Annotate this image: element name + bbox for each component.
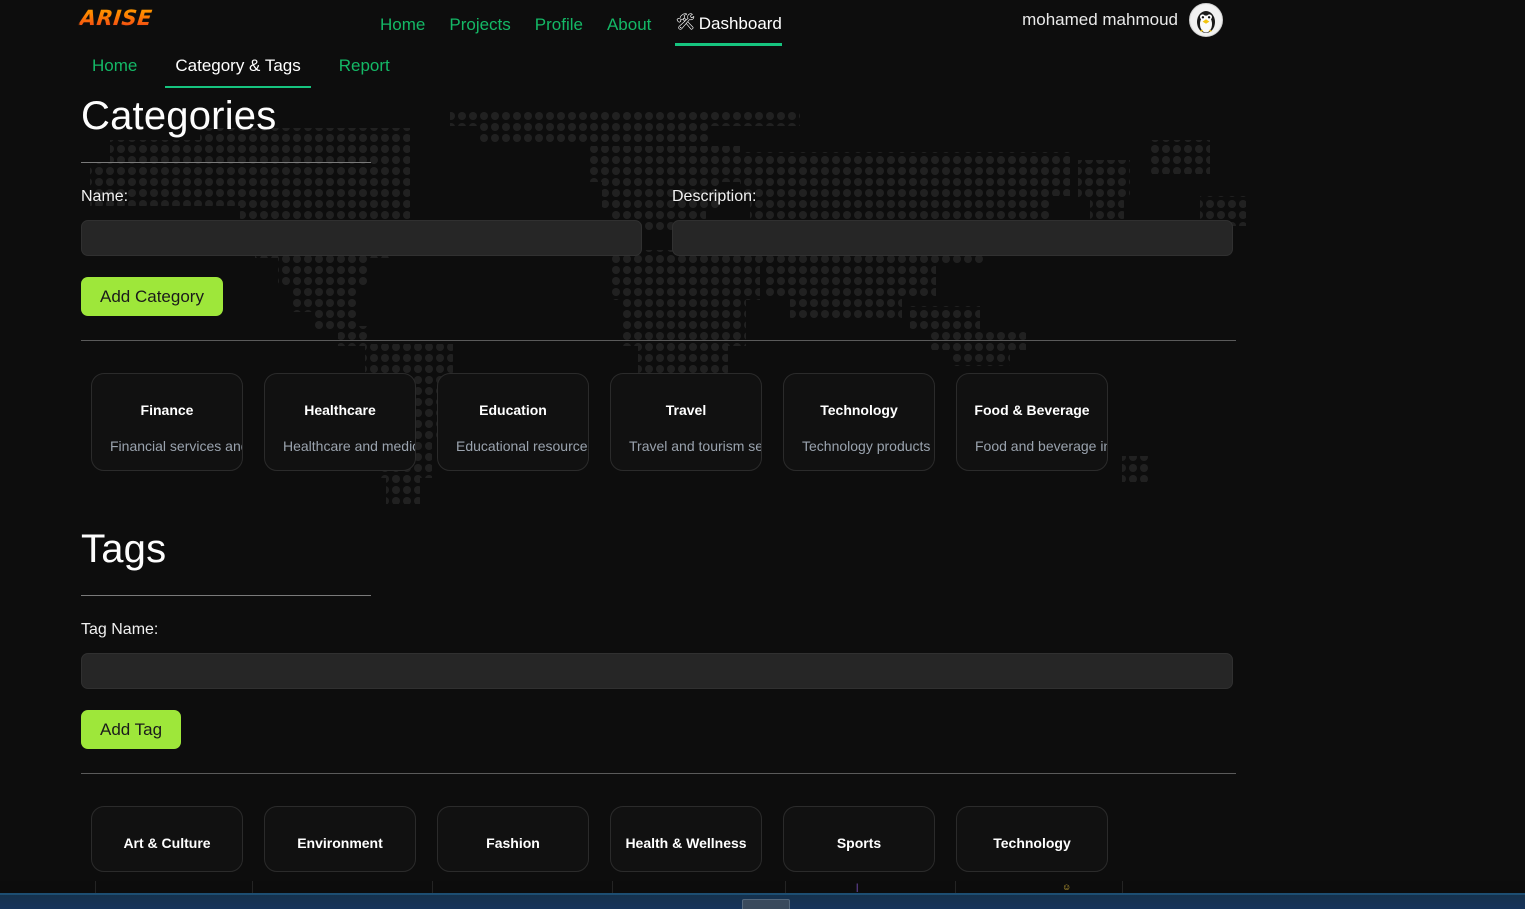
subtab-category-and-tags[interactable]: Category & Tags xyxy=(165,52,311,88)
category-card-description: Travel and tourism serv xyxy=(629,438,762,454)
tags-heading-divider xyxy=(81,595,371,596)
nav-link-about[interactable]: About xyxy=(607,4,651,44)
categories-heading-divider xyxy=(81,162,371,163)
tag-card-title: Fashion xyxy=(486,835,540,851)
tag-card[interactable]: Fashion xyxy=(437,806,589,872)
add-category-button[interactable]: Add Category xyxy=(81,277,223,316)
top-navbar: ARISE Home Projects Profile About 🛠 Dash… xyxy=(0,0,1525,52)
category-name-label: Name: xyxy=(81,188,129,205)
category-card-title: Food & Beverage xyxy=(974,402,1090,418)
tag-name-label: Tag Name: xyxy=(81,621,159,638)
tag-card[interactable]: Environment xyxy=(264,806,416,872)
tag-card[interactable]: Technology xyxy=(956,806,1108,872)
tools-icon: 🛠 xyxy=(675,14,696,31)
category-card-description: Food and beverage ind xyxy=(975,438,1108,454)
category-description-label: Description: xyxy=(672,188,757,205)
category-form: Name: Description: xyxy=(0,188,1525,256)
tag-name-field: Tag Name: xyxy=(81,621,1233,689)
nav-link-dashboard-label: Dashboard xyxy=(698,13,782,33)
subtab-home[interactable]: Home xyxy=(82,52,147,86)
taskbar-window-button[interactable] xyxy=(742,899,790,909)
app-window: ARISE Home Projects Profile About 🛠 Dash… xyxy=(0,0,1525,909)
brand-logo[interactable]: ARISE xyxy=(79,6,154,30)
nav-link-projects[interactable]: Projects xyxy=(449,4,510,44)
tag-name-input[interactable] xyxy=(81,653,1233,689)
category-card-title: Healthcare xyxy=(304,402,376,418)
nav-link-dashboard[interactable]: 🛠 Dashboard xyxy=(675,3,782,46)
category-card-description: Financial services and p xyxy=(110,438,242,454)
tag-card-title: Art & Culture xyxy=(123,835,211,851)
category-card[interactable]: Technology Technology products a xyxy=(783,373,935,471)
category-name-input[interactable] xyxy=(81,220,642,256)
nav-link-profile[interactable]: Profile xyxy=(535,4,583,44)
tags-heading: Tags xyxy=(81,527,167,571)
user-menu[interactable]: mohamed mahmoud xyxy=(1022,3,1223,37)
os-taskbar[interactable] xyxy=(0,893,1525,909)
nav-link-home[interactable]: Home xyxy=(380,4,425,44)
category-card-title: Finance xyxy=(140,402,194,418)
category-description-field: Description: xyxy=(672,188,1233,256)
tag-card-title: Environment xyxy=(297,835,383,851)
tags-list-divider xyxy=(81,773,1236,774)
dashboard-content: Categories Name: Description: Add Catego… xyxy=(0,96,1525,872)
category-card-list: Finance Financial services and p Healthc… xyxy=(0,373,1525,471)
tag-card-title: Technology xyxy=(993,835,1071,851)
category-card[interactable]: Healthcare Healthcare and medica xyxy=(264,373,416,471)
categories-heading: Categories xyxy=(81,94,277,138)
category-card-description: Technology products a xyxy=(802,438,935,454)
user-name: mohamed mahmoud xyxy=(1022,10,1178,29)
tag-card-title: Health & Wellness xyxy=(625,835,747,851)
category-card-description: Healthcare and medica xyxy=(283,438,416,454)
tag-card[interactable]: Art & Culture xyxy=(91,806,243,872)
tag-card[interactable]: Sports xyxy=(783,806,935,872)
category-name-field: Name: xyxy=(81,188,642,256)
category-card[interactable]: Finance Financial services and p xyxy=(91,373,243,471)
tag-card-title: Sports xyxy=(836,835,882,851)
main-navigation: Home Projects Profile About 🛠 Dashboard xyxy=(380,0,782,48)
category-card[interactable]: Education Educational resources a xyxy=(437,373,589,471)
tag-card[interactable]: Health & Wellness xyxy=(610,806,762,872)
subtab-report[interactable]: Report xyxy=(329,52,400,86)
category-description-input[interactable] xyxy=(672,220,1233,256)
tag-form: Tag Name: xyxy=(0,621,1525,689)
tag-card-list: Art & Culture Environment Fashion Health… xyxy=(0,806,1525,872)
category-card-title: Education xyxy=(479,402,547,418)
add-tag-button[interactable]: Add Tag xyxy=(81,710,182,749)
category-card-title: Technology xyxy=(820,402,898,418)
dashboard-subtabs: Home Category & Tags Report xyxy=(0,52,1525,96)
category-card[interactable]: Travel Travel and tourism serv xyxy=(610,373,762,471)
taskbar-top-edge xyxy=(0,893,1525,895)
category-card-description: Educational resources a xyxy=(456,438,589,454)
penguin-avatar[interactable] xyxy=(1189,3,1223,37)
category-card-title: Travel xyxy=(665,402,707,418)
category-card[interactable]: Food & Beverage Food and beverage ind xyxy=(956,373,1108,471)
system-tray-band: | ☺ xyxy=(0,881,1525,893)
categories-list-divider xyxy=(81,340,1236,341)
